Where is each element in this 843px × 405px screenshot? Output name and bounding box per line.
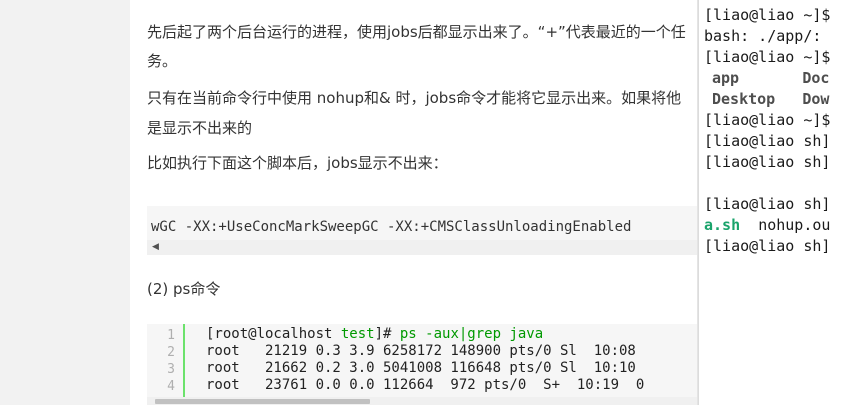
section-heading-ps: (2) ps命令: [147, 280, 221, 298]
command-text: ps -aux|grep java: [399, 326, 544, 342]
line-number: 3: [167, 362, 175, 377]
terminal-line: bash: ./app/:: [704, 27, 822, 45]
paragraph-jobs-line1: 先后起了两个后台运行的进程，使用jobs后都显示出来了。“+”代表最近的一个任: [147, 23, 686, 41]
listing-horizontal-scrollbar[interactable]: [147, 397, 700, 405]
scroll-left-arrow-icon[interactable]: ◀: [152, 240, 159, 255]
ls-entry-dir: Dow: [802, 90, 830, 108]
line-number-gutter: 1 2 3 4: [147, 324, 185, 405]
ls-entry-file: nohup.ou: [758, 216, 831, 234]
code-block-java-opts: wGC -XX:+UseConcMarkSweepGC -XX:+CMSClas…: [147, 206, 700, 255]
prompt-hash: #: [383, 326, 400, 342]
ls-entry-dir: Doc: [802, 69, 830, 87]
terminal-line: [liao@liao ~]$: [704, 48, 831, 66]
listing-line-output: root 21219 0.3 3.9 6258172 148900 pts/0 …: [206, 343, 636, 359]
ls-entry-dir: app: [712, 69, 740, 87]
terminal-line: [liao@liao sh]: [704, 237, 831, 255]
listing-line-output: root 21662 0.2 3.0 5041008 116648 pts/0 …: [206, 360, 636, 376]
terminal-line: [liao@liao ~]$: [704, 111, 831, 129]
terminal-line: [liao@liao sh]: [704, 195, 831, 213]
terminal-ls-files: a.sh nohup.ou: [704, 215, 830, 236]
paragraph-script-example: 比如执行下面这个脚本后，jobs显示不出来：: [147, 154, 448, 172]
line-number: 4: [167, 379, 175, 394]
code-listing-ps: 1 2 3 4 [root@localhost test]# ps -aux|g…: [147, 324, 700, 405]
paragraph-nohup-line2: 是显示不出来的: [147, 119, 253, 137]
article-content: 先后起了两个后台运行的进程，使用jobs后都显示出来了。“+”代表最近的一个任 …: [130, 0, 700, 405]
prompt-suffix: ]: [374, 326, 384, 342]
terminal-window[interactable]: [liao@liao ~]$ bash: ./app/: [liao@liao …: [698, 0, 843, 405]
listing-line-command: [root@localhost test]# ps -aux|grep java: [206, 326, 543, 343]
terminal-ls-row: app Doc: [712, 68, 829, 89]
prompt-prefix: [root@localhost: [206, 326, 341, 342]
terminal-line: [liao@liao ~]$: [704, 6, 831, 24]
prompt-dir: test: [340, 326, 375, 342]
ls-entry-exec: a.sh: [704, 216, 741, 234]
ls-entry-dir: Desktop: [712, 90, 776, 108]
left-margin: [0, 0, 130, 405]
terminal-line: [liao@liao sh]: [704, 153, 831, 171]
code-line-java-opts: wGC -XX:+UseConcMarkSweepGC -XX:+CMSClas…: [151, 219, 632, 235]
terminal-line: [liao@liao sh]: [704, 132, 831, 150]
listing-line-output: root 23761 0.0 0.0 112664 972 pts/0 S+ 1…: [206, 377, 645, 393]
scroll-thumb[interactable]: [155, 399, 370, 404]
paragraph-nohup-line1: 只有在当前命令行中使用 nohup和& 时，jobs命令才能将它显示出来。如果将…: [147, 89, 682, 107]
terminal-ls-row: Desktop Dow: [712, 89, 829, 110]
code-horizontal-scrollbar[interactable]: ◀: [147, 240, 700, 255]
line-number: 1: [167, 328, 175, 343]
paragraph-jobs-line2: 务。: [147, 52, 178, 70]
line-number: 2: [167, 345, 175, 360]
